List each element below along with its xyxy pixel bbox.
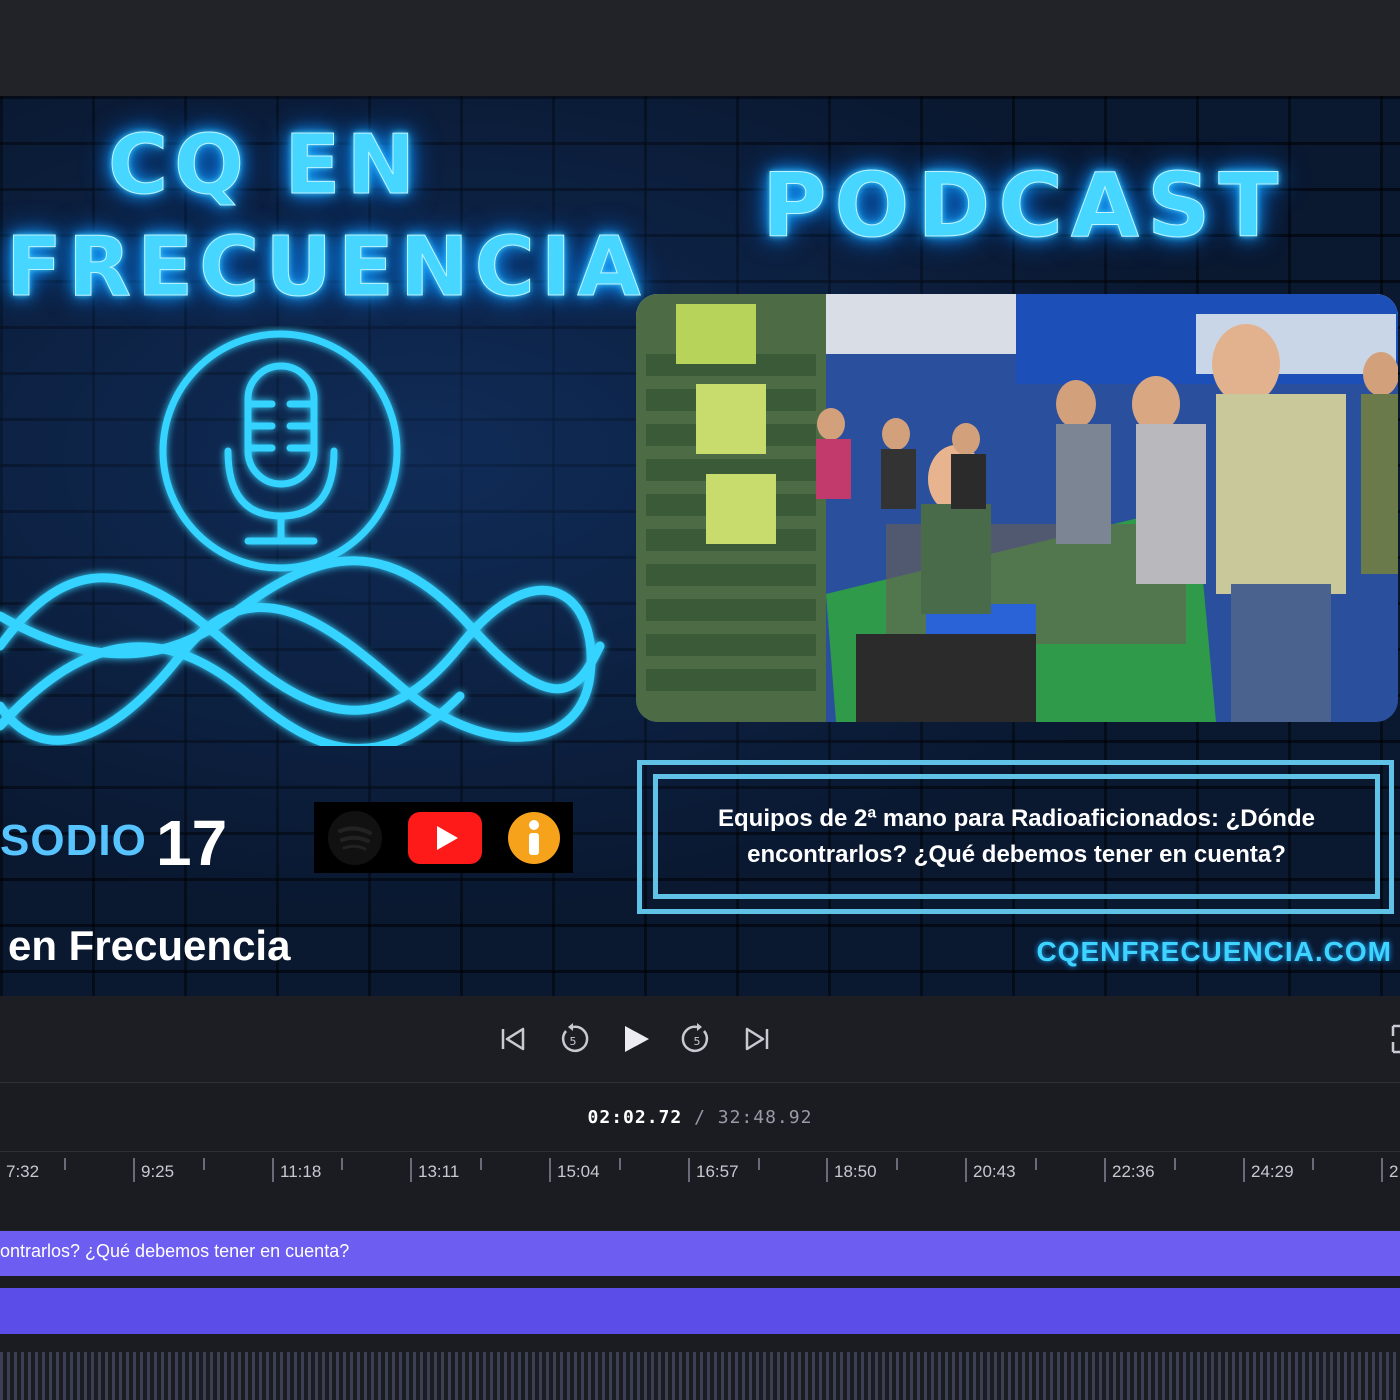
playback-controls: 5 5	[0, 996, 1400, 1083]
timeline-ruler[interactable]: 7:32 9:25 11:18 13:11 15:04 16:57 18:50 …	[0, 1152, 1400, 1230]
audio-waveform[interactable]	[0, 1352, 1400, 1400]
timeline-tick: 13:11	[410, 1158, 459, 1182]
total-time: 32:48.92	[717, 1107, 813, 1128]
episode-title-line1: Equipos de 2ª mano para Radioaficionados…	[718, 804, 1315, 832]
svg-text:5: 5	[694, 1035, 701, 1048]
timeline-tick: 16:57	[688, 1158, 739, 1182]
title-track-label: ontrarlos? ¿Qué debemos tener en cuenta?	[0, 1241, 350, 1261]
timeline-tick: 9:25	[133, 1158, 174, 1182]
spotify-icon	[328, 810, 383, 865]
neon-microphone-icon	[0, 330, 605, 746]
platform-badges	[314, 802, 573, 873]
timeline-tick: 22:36	[1104, 1158, 1155, 1182]
episode-title: Equipos de 2ª mano para Radioaficionados…	[708, 801, 1325, 873]
timeline-tick: 7:32	[0, 1158, 39, 1182]
timeline-minor-tick	[619, 1158, 621, 1170]
timeline-minor-tick	[341, 1158, 343, 1170]
forward-5-icon[interactable]: 5	[680, 1022, 714, 1056]
video-preview: CQ EN FRECUENCIA PODCAST SODIO 17 en Fre…	[0, 96, 1400, 996]
episode-number: 17	[156, 807, 228, 879]
title-track-clip[interactable]: ontrarlos? ¿Qué debemos tener en cuenta?	[0, 1231, 1400, 1276]
cover-title-line1: CQ EN	[107, 118, 422, 214]
episode-title-frame: Equipos de 2ª mano para Radioaficionados…	[653, 774, 1380, 899]
episode-title-line2: encontrarlos? ¿Qué debemos tener en cuen…	[747, 840, 1286, 868]
timeline-tick: 24:29	[1243, 1158, 1294, 1182]
youtube-icon	[408, 811, 483, 864]
timeline-minor-tick	[896, 1158, 898, 1170]
rewind-5-icon[interactable]: 5	[556, 1022, 590, 1056]
timeline-tick: 2	[1381, 1158, 1400, 1182]
timeline-tick: 15:04	[549, 1158, 600, 1182]
episode-label: SODIO	[0, 816, 147, 865]
timeline-tick: 18:50	[826, 1158, 877, 1182]
timeline-minor-tick	[203, 1158, 205, 1170]
timeline-minor-tick	[64, 1158, 66, 1170]
ivoox-icon	[507, 811, 560, 864]
show-name: en Frecuencia	[8, 922, 291, 969]
svg-text:5: 5	[570, 1035, 577, 1048]
skip-back-icon[interactable]	[496, 1022, 530, 1056]
podcast-label: PODCAST	[761, 154, 1287, 258]
fullscreen-icon[interactable]	[1390, 1022, 1400, 1056]
skip-forward-icon[interactable]	[740, 1022, 774, 1056]
timeline-minor-tick	[1174, 1158, 1176, 1170]
event-photo	[636, 294, 1398, 722]
timeline-minor-tick	[1035, 1158, 1037, 1170]
time-separator: /	[682, 1107, 718, 1128]
timeline-tick: 20:43	[965, 1158, 1016, 1182]
timeline-minor-tick	[758, 1158, 760, 1170]
website-label: CQENFRECUENCIA.COM	[1036, 936, 1392, 967]
cover-title-line2: FRECUENCIA	[6, 220, 647, 316]
timeline-minor-tick	[1312, 1158, 1314, 1170]
top-bar	[0, 0, 1400, 96]
timeline-tick: 11:18	[272, 1158, 321, 1182]
time-display: 02:02.72 / 32:48.92	[0, 1083, 1400, 1152]
video-track-clip[interactable]	[0, 1288, 1400, 1334]
play-icon[interactable]	[618, 1022, 652, 1056]
track-gap	[0, 1276, 1400, 1288]
timeline-minor-tick	[480, 1158, 482, 1170]
current-time: 02:02.72	[587, 1107, 683, 1128]
